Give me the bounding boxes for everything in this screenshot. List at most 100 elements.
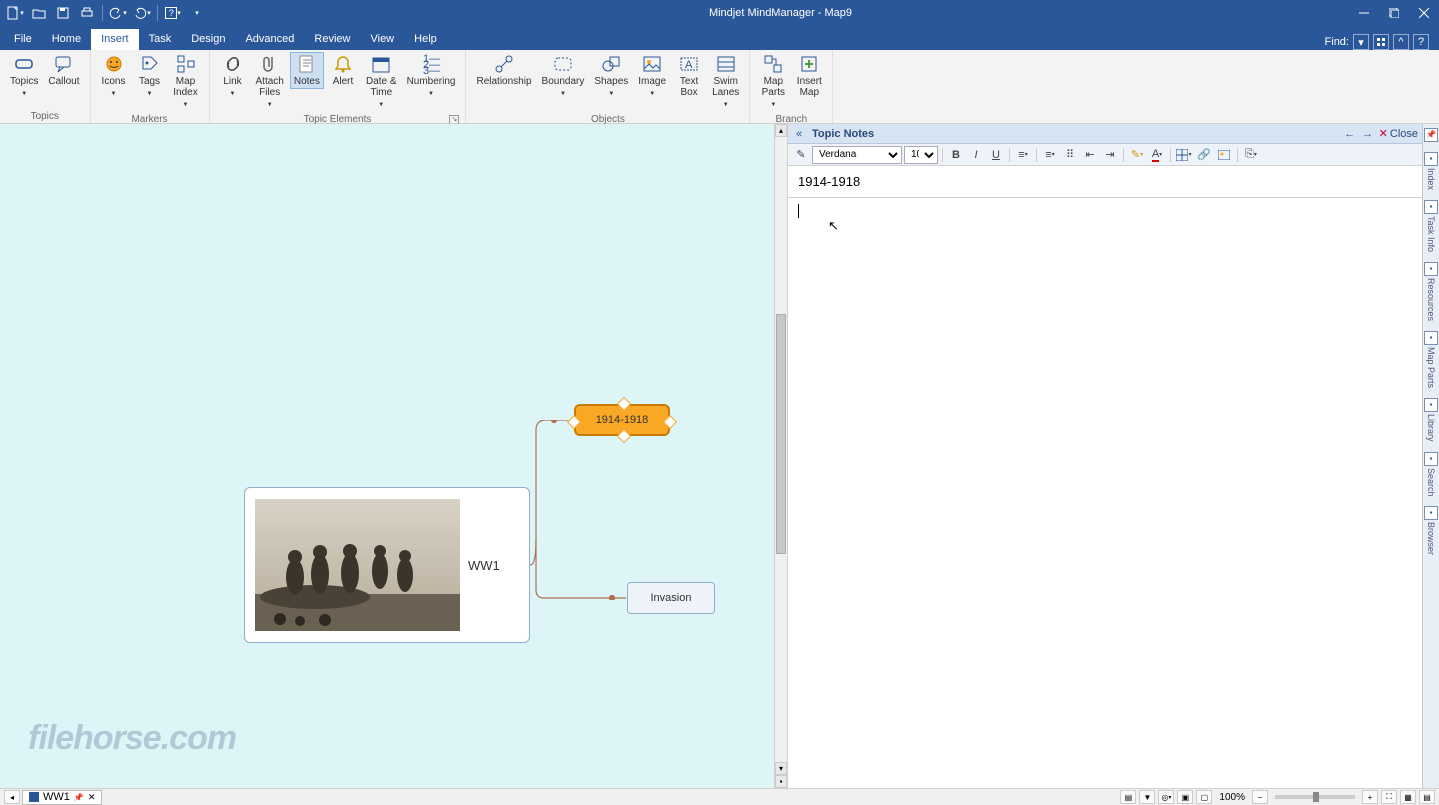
minimize-button[interactable] bbox=[1349, 0, 1379, 26]
status-collapse-icon[interactable]: ▢ bbox=[1196, 790, 1212, 804]
menu-tab-advanced[interactable]: Advanced bbox=[235, 29, 304, 50]
ribbon-shapes-button[interactable]: Shapes▼ bbox=[590, 52, 632, 102]
ribbon-notes-button[interactable]: Notes bbox=[290, 52, 324, 89]
italic-button[interactable]: I bbox=[967, 146, 985, 164]
status-target-icon[interactable]: ◎▾ bbox=[1158, 790, 1174, 804]
save-button[interactable] bbox=[52, 2, 74, 24]
ribbon-attach-files-button[interactable]: AttachFiles▼ bbox=[252, 52, 288, 113]
ribbon-topics-button[interactable]: Topics▼ bbox=[6, 52, 42, 102]
rail-library[interactable]: ▪Library bbox=[1424, 398, 1438, 442]
status-expand-icon[interactable]: ▣ bbox=[1177, 790, 1193, 804]
find-options-button[interactable] bbox=[1373, 34, 1389, 50]
notes-prev-button[interactable]: ← bbox=[1343, 127, 1357, 141]
undo-button[interactable]: ▾ bbox=[107, 2, 129, 24]
ribbon-text-box-button[interactable]: ATextBox bbox=[672, 52, 706, 100]
numbered-list-button[interactable]: ≡▾ bbox=[1041, 146, 1059, 164]
notes-next-button[interactable]: → bbox=[1361, 127, 1375, 141]
rail-index[interactable]: ▪Index bbox=[1424, 152, 1438, 190]
mindmap-canvas[interactable]: WW1 1914-1918 Invasion filehorse.com ▴ ▾… bbox=[0, 124, 787, 788]
menu-tab-view[interactable]: View bbox=[360, 29, 404, 50]
central-topic[interactable]: WW1 bbox=[244, 487, 530, 643]
view-mode-1[interactable]: ▦ bbox=[1400, 790, 1416, 804]
view-mode-2[interactable]: ▤ bbox=[1419, 790, 1435, 804]
filter-button[interactable]: ▼ bbox=[1139, 790, 1155, 804]
ribbon-insert-map-button[interactable]: InsertMap bbox=[792, 52, 826, 100]
ribbon-boundary-button[interactable]: Boundary▼ bbox=[538, 52, 589, 102]
ribbon-map-parts-button[interactable]: MapParts▼ bbox=[756, 52, 790, 113]
ribbon-link-button[interactable]: Link▼ bbox=[216, 52, 250, 102]
font-family-select[interactable]: Verdana bbox=[812, 146, 902, 164]
ribbon-image-button[interactable]: Image▼ bbox=[634, 52, 670, 102]
outdent-button[interactable]: ⇤ bbox=[1081, 146, 1099, 164]
notes-collapse-button[interactable]: « bbox=[792, 127, 806, 141]
zoom-out-button[interactable]: − bbox=[1252, 790, 1268, 804]
open-button[interactable] bbox=[28, 2, 50, 24]
notes-format-painter-icon[interactable]: ✎ bbox=[792, 146, 810, 164]
ribbon-numbering-button[interactable]: 1—2—3—Numbering▼ bbox=[403, 52, 460, 102]
font-color-button[interactable]: A▾ bbox=[1148, 146, 1166, 164]
ribbon-swim-lanes-button[interactable]: SwimLanes▼ bbox=[708, 52, 743, 113]
selection-handle-right[interactable] bbox=[663, 415, 677, 429]
rail-task-info[interactable]: ▪Task Info bbox=[1424, 200, 1438, 252]
tab-pin-icon[interactable]: 📌 bbox=[74, 793, 84, 802]
document-tab[interactable]: WW1 📌 ✕ bbox=[22, 790, 102, 805]
ribbon-map-index-button[interactable]: MapIndex▼ bbox=[169, 52, 203, 113]
menu-file[interactable]: File bbox=[4, 29, 42, 50]
ribbon-callout-button[interactable]: Callout bbox=[44, 52, 83, 89]
zoom-slider[interactable] bbox=[1275, 795, 1355, 799]
qat-customize-button[interactable]: ▾ bbox=[186, 2, 208, 24]
status-icon-1[interactable]: ▤ bbox=[1120, 790, 1136, 804]
notes-more-button[interactable]: ⎘▾ bbox=[1242, 146, 1260, 164]
rail-pin-button[interactable]: 📌 bbox=[1424, 128, 1438, 142]
menu-tab-home[interactable]: Home bbox=[42, 29, 91, 50]
fit-view-button[interactable]: ⛶ bbox=[1381, 790, 1397, 804]
font-size-select[interactable]: 10 bbox=[904, 146, 938, 164]
help-button[interactable]: ?▾ bbox=[162, 2, 184, 24]
ribbon-icons-button[interactable]: Icons▼ bbox=[97, 52, 131, 102]
rail-browser[interactable]: ▪Browser bbox=[1424, 506, 1438, 555]
notes-close-button[interactable]: ✕Close bbox=[1379, 127, 1418, 140]
rail-resources[interactable]: ▪Resources bbox=[1424, 262, 1438, 321]
highlight-button[interactable]: ✎▾ bbox=[1128, 146, 1146, 164]
insert-link-button[interactable]: 🔗 bbox=[1195, 146, 1213, 164]
insert-image-button[interactable] bbox=[1215, 146, 1233, 164]
menu-tab-design[interactable]: Design bbox=[181, 29, 235, 50]
ribbon-help-button[interactable]: ? bbox=[1413, 34, 1429, 50]
selection-handle-top[interactable] bbox=[617, 397, 631, 411]
zoom-slider-thumb[interactable] bbox=[1313, 792, 1319, 802]
notes-editor[interactable]: ↖ bbox=[788, 198, 1422, 788]
insert-table-button[interactable]: ▾ bbox=[1175, 146, 1193, 164]
scroll-down-button[interactable]: ▾ bbox=[775, 762, 787, 775]
menu-tab-help[interactable]: Help bbox=[404, 29, 447, 50]
redo-button[interactable]: ▾ bbox=[131, 2, 153, 24]
bullet-list-button[interactable]: ⠿ bbox=[1061, 146, 1079, 164]
underline-button[interactable]: U bbox=[987, 146, 1005, 164]
menu-tab-task[interactable]: Task bbox=[139, 29, 182, 50]
rail-map-parts[interactable]: ▪Map Parts bbox=[1424, 331, 1438, 388]
ribbon-tags-button[interactable]: Tags▼ bbox=[133, 52, 167, 102]
menu-tab-insert[interactable]: Insert bbox=[91, 29, 139, 50]
find-dropdown-button[interactable]: ▾ bbox=[1353, 34, 1369, 50]
maximize-button[interactable] bbox=[1379, 0, 1409, 26]
tab-close-icon[interactable]: ✕ bbox=[88, 792, 96, 803]
bold-button[interactable]: B bbox=[947, 146, 965, 164]
scroll-options-button[interactable]: ▪ bbox=[775, 775, 787, 788]
zoom-in-button[interactable]: + bbox=[1362, 790, 1378, 804]
scroll-thumb[interactable] bbox=[776, 314, 786, 554]
align-button[interactable]: ≡▾ bbox=[1014, 146, 1032, 164]
new-doc-button[interactable]: ▾ bbox=[4, 2, 26, 24]
tab-nav-left[interactable]: ◂ bbox=[4, 790, 20, 804]
subtopic-invasion[interactable]: Invasion bbox=[627, 582, 715, 614]
collapse-ribbon-button[interactable]: ^ bbox=[1393, 34, 1409, 50]
close-button[interactable] bbox=[1409, 0, 1439, 26]
rail-search[interactable]: ▪Search bbox=[1424, 452, 1438, 497]
menu-tab-review[interactable]: Review bbox=[304, 29, 360, 50]
print-button[interactable] bbox=[76, 2, 98, 24]
ribbon-date-time-button[interactable]: Date &Time▼ bbox=[362, 52, 401, 113]
indent-button[interactable]: ⇥ bbox=[1101, 146, 1119, 164]
scroll-up-button[interactable]: ▴ bbox=[775, 124, 787, 137]
ribbon-relationship-button[interactable]: Relationship bbox=[472, 52, 535, 89]
subtopic-1914-1918[interactable]: 1914-1918 bbox=[574, 404, 670, 436]
vertical-scrollbar[interactable]: ▴ ▾ ▪ bbox=[774, 124, 787, 788]
ribbon-alert-button[interactable]: Alert bbox=[326, 52, 360, 89]
